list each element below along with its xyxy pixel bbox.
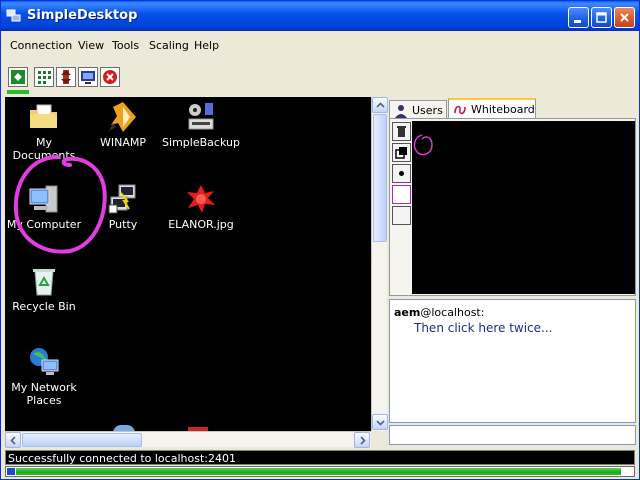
color-swatch-magenta[interactable] <box>392 185 411 204</box>
tab-label: Users <box>412 104 443 117</box>
chat-host: @localhost: <box>420 306 485 319</box>
menu-view[interactable]: View <box>78 39 104 52</box>
chat-input[interactable] <box>389 425 636 445</box>
layers-icon <box>395 147 407 159</box>
monitor-button[interactable] <box>78 67 98 87</box>
chat-username: aem <box>394 306 421 319</box>
connect-indicator <box>7 90 29 94</box>
grid-icon <box>38 71 51 84</box>
brush-size-button[interactable] <box>392 164 411 183</box>
maximize-button[interactable] <box>591 7 612 28</box>
arrow-up-icon <box>376 102 385 108</box>
connect-button[interactable] <box>8 67 28 87</box>
progress-bar <box>5 466 635 477</box>
scroll-button[interactable] <box>56 67 76 87</box>
winamp-icon <box>109 102 136 132</box>
arrow-down-icon <box>376 420 385 426</box>
menu-bar: Connection View Tools Scaling Help <box>1 34 639 58</box>
minimize-button[interactable] <box>568 7 589 28</box>
desktop-icon-recycle-bin[interactable]: Recycle Bin <box>5 265 84 313</box>
whiteboard-icon <box>454 105 466 115</box>
desktop-icon-my-documents[interactable]: My Documents <box>5 101 84 162</box>
vertical-scroll-thumb[interactable] <box>373 114 387 242</box>
scroll-right-button[interactable] <box>354 432 370 448</box>
recycle-bin-icon <box>33 269 55 296</box>
minimize-icon <box>574 20 581 23</box>
scroll-left-button[interactable] <box>5 432 21 448</box>
whiteboard-stroke <box>413 134 433 156</box>
monitor-icon <box>81 71 95 84</box>
menu-tools[interactable]: Tools <box>112 39 139 52</box>
desktop-icon-label: Putty <box>108 218 138 231</box>
status-bar: Successfully connected to localhost:2401 <box>5 450 635 465</box>
arrow-right-icon <box>360 436 366 445</box>
desktop-icon-label: Recycle Bin <box>12 300 76 313</box>
desktop-icon-simplebackup[interactable]: SimpleBackup <box>161 101 241 149</box>
connect-icon <box>11 70 25 84</box>
desktop-icon-label: SimpleBackup <box>162 136 240 149</box>
scroll-down-button[interactable] <box>372 414 388 430</box>
user-icon <box>395 105 407 118</box>
stop-icon <box>103 70 117 84</box>
remote-desktop-view[interactable]: My Documents WINAMP SimpleBackup My Comp… <box>5 97 371 431</box>
scroll-icon <box>61 70 71 84</box>
desktop-icon-label: WINAMP <box>100 136 146 149</box>
menu-connection[interactable]: Connection <box>10 39 72 52</box>
toolbar <box>5 65 635 94</box>
maximize-icon <box>596 12 607 23</box>
chat-sender: aem@localhost: <box>394 306 631 319</box>
putty-icon <box>108 184 136 214</box>
progress-start-marker <box>7 468 15 475</box>
desktop-icon-my-computer[interactable]: My Computer <box>5 183 84 231</box>
app-window: SimpleDesktop Connection View Tools Scal… <box>0 0 640 480</box>
menu-scaling[interactable]: Scaling <box>149 39 189 52</box>
desktop-icon-elanor-jpg[interactable]: ELANOR.jpg <box>161 183 241 231</box>
stop-button[interactable] <box>100 67 120 87</box>
desktop-icon-label: My Documents <box>12 136 76 162</box>
desktop-icon-winamp[interactable]: WINAMP <box>83 101 163 149</box>
computer-icon <box>29 185 58 213</box>
folder-icon <box>30 104 57 128</box>
chat-message: Then click here twice... <box>414 321 553 335</box>
layer-tool-button[interactable] <box>392 143 411 162</box>
horizontal-scrollbar[interactable] <box>5 431 371 448</box>
grid-button[interactable] <box>34 67 54 87</box>
arrow-left-icon <box>10 436 16 445</box>
tab-users[interactable]: Users <box>389 100 447 119</box>
whiteboard-panel <box>389 118 636 296</box>
vertical-scrollbar[interactable] <box>371 97 388 431</box>
desktop-icon-label: My Network Places <box>11 381 77 407</box>
app-icon <box>6 9 21 22</box>
desktop-icon-label: My Computer <box>6 218 82 231</box>
window-title: SimpleDesktop <box>27 8 138 23</box>
tab-whiteboard[interactable]: Whiteboard <box>448 98 536 119</box>
panel-tabs: Users Whiteboard <box>389 98 637 119</box>
dot-icon <box>399 171 404 176</box>
close-button[interactable] <box>614 7 635 28</box>
clear-tool-button[interactable] <box>392 122 411 141</box>
desktop-icon-my-network-places[interactable]: My Network Places <box>5 346 84 407</box>
menu-help[interactable]: Help <box>194 39 219 52</box>
desktop-icon-putty[interactable]: Putty <box>83 183 163 231</box>
title-bar[interactable]: SimpleDesktop <box>1 1 639 31</box>
progress-fill <box>16 468 621 475</box>
scroll-up-button[interactable] <box>372 97 388 113</box>
chat-log: aem@localhost: Then click here twice... <box>389 299 636 423</box>
desktop-icon-label: ELANOR.jpg <box>168 218 234 231</box>
tab-label: Whiteboard <box>471 103 535 116</box>
image-file-icon <box>187 185 215 213</box>
network-icon <box>30 348 59 375</box>
color-swatch-white[interactable] <box>392 206 411 225</box>
horizontal-scroll-thumb[interactable] <box>22 433 142 447</box>
backup-icon <box>188 103 214 130</box>
trash-icon <box>397 126 406 137</box>
whiteboard-canvas[interactable] <box>412 121 635 294</box>
close-icon <box>620 13 629 22</box>
